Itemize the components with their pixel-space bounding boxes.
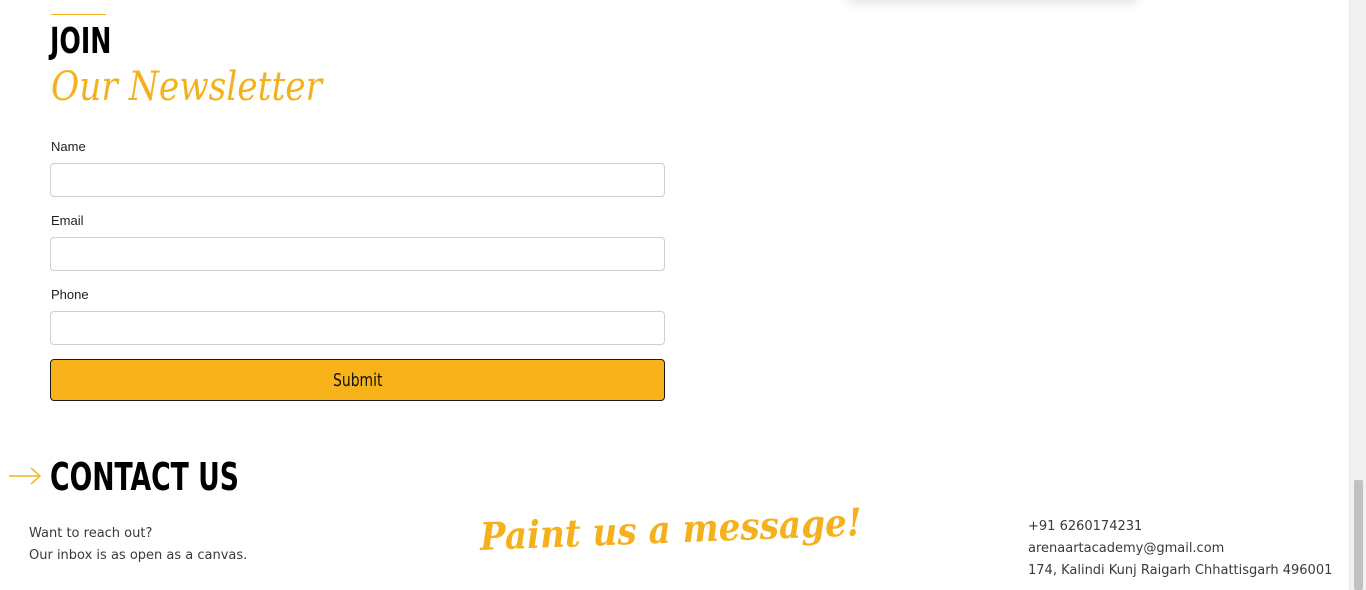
page: JOIN Our Newsletter Name Email Phone Sub… [0, 0, 1366, 590]
newsletter-heading: JOIN [50, 21, 112, 62]
submit-button[interactable]: Submit [50, 359, 665, 401]
contact-address: 174, Kalindi Kunj Raigarh Chhattisgarh 4… [1028, 563, 1333, 578]
phone-input[interactable] [50, 311, 665, 345]
phone-label: Phone [51, 287, 89, 302]
arrow-right-icon [9, 467, 42, 485]
page-scrollbar[interactable] [1349, 0, 1366, 590]
contact-email[interactable]: arenaartacademy@gmail.com [1028, 541, 1224, 556]
name-label: Name [51, 139, 86, 154]
email-input[interactable] [50, 237, 665, 271]
scrollbar-thumb[interactable] [1354, 480, 1363, 590]
email-label: Email [51, 213, 84, 228]
contact-intro-line-1: Want to reach out? [29, 526, 153, 541]
name-input[interactable] [50, 163, 665, 197]
newsletter-subheading: Our Newsletter [51, 64, 323, 110]
submit-button-label: Submit [332, 369, 383, 391]
contact-tagline: Paint us a message! [479, 499, 863, 559]
contact-phone[interactable]: +91 6260174231 [1028, 519, 1142, 534]
contact-intro-line-2: Our inbox is as open as a canvas. [29, 548, 248, 563]
heading-accent-line [51, 14, 106, 15]
contact-heading: CONTACT US [50, 455, 239, 499]
